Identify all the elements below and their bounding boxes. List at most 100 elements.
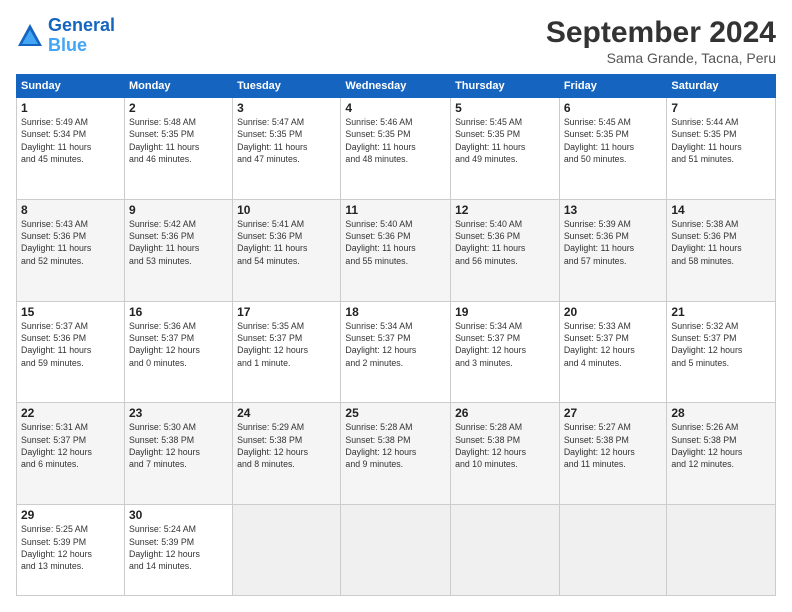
- day-number: 16: [129, 305, 228, 319]
- day-number: 23: [129, 406, 228, 420]
- week-row: 15Sunrise: 5:37 AMSunset: 5:36 PMDayligh…: [17, 301, 776, 403]
- day-number: 26: [455, 406, 555, 420]
- day-number: 30: [129, 508, 228, 522]
- table-row: 29Sunrise: 5:25 AMSunset: 5:39 PMDayligh…: [17, 505, 125, 596]
- table-row: 20Sunrise: 5:33 AMSunset: 5:37 PMDayligh…: [559, 301, 667, 403]
- day-info: Sunrise: 5:49 AMSunset: 5:34 PMDaylight:…: [21, 116, 120, 165]
- table-row: 30Sunrise: 5:24 AMSunset: 5:39 PMDayligh…: [124, 505, 232, 596]
- table-row: 8Sunrise: 5:43 AMSunset: 5:36 PMDaylight…: [17, 199, 125, 301]
- day-number: 21: [671, 305, 771, 319]
- day-info: Sunrise: 5:34 AMSunset: 5:37 PMDaylight:…: [345, 320, 446, 369]
- table-row: [451, 505, 560, 596]
- day-number: 11: [345, 203, 446, 217]
- table-row: 2Sunrise: 5:48 AMSunset: 5:35 PMDaylight…: [124, 98, 232, 200]
- day-info: Sunrise: 5:46 AMSunset: 5:35 PMDaylight:…: [345, 116, 446, 165]
- day-info: Sunrise: 5:28 AMSunset: 5:38 PMDaylight:…: [455, 421, 555, 470]
- table-row: 1Sunrise: 5:49 AMSunset: 5:34 PMDaylight…: [17, 98, 125, 200]
- page: General Blue September 2024 Sama Grande,…: [0, 0, 792, 612]
- day-number: 22: [21, 406, 120, 420]
- col-sunday: Sunday: [17, 75, 125, 98]
- table-row: [341, 505, 451, 596]
- day-info: Sunrise: 5:45 AMSunset: 5:35 PMDaylight:…: [455, 116, 555, 165]
- logo-text: General Blue: [48, 16, 115, 56]
- day-number: 14: [671, 203, 771, 217]
- col-thursday: Thursday: [451, 75, 560, 98]
- table-row: [233, 505, 341, 596]
- table-row: 17Sunrise: 5:35 AMSunset: 5:37 PMDayligh…: [233, 301, 341, 403]
- week-row: 29Sunrise: 5:25 AMSunset: 5:39 PMDayligh…: [17, 505, 776, 596]
- table-row: 28Sunrise: 5:26 AMSunset: 5:38 PMDayligh…: [667, 403, 776, 505]
- day-info: Sunrise: 5:47 AMSunset: 5:35 PMDaylight:…: [237, 116, 336, 165]
- day-info: Sunrise: 5:42 AMSunset: 5:36 PMDaylight:…: [129, 218, 228, 267]
- day-info: Sunrise: 5:37 AMSunset: 5:36 PMDaylight:…: [21, 320, 120, 369]
- table-row: 5Sunrise: 5:45 AMSunset: 5:35 PMDaylight…: [451, 98, 560, 200]
- week-row: 1Sunrise: 5:49 AMSunset: 5:34 PMDaylight…: [17, 98, 776, 200]
- day-number: 18: [345, 305, 446, 319]
- day-info: Sunrise: 5:29 AMSunset: 5:38 PMDaylight:…: [237, 421, 336, 470]
- table-row: 18Sunrise: 5:34 AMSunset: 5:37 PMDayligh…: [341, 301, 451, 403]
- table-row: 23Sunrise: 5:30 AMSunset: 5:38 PMDayligh…: [124, 403, 232, 505]
- day-number: 6: [564, 101, 663, 115]
- table-row: [667, 505, 776, 596]
- table-row: 7Sunrise: 5:44 AMSunset: 5:35 PMDaylight…: [667, 98, 776, 200]
- table-row: 21Sunrise: 5:32 AMSunset: 5:37 PMDayligh…: [667, 301, 776, 403]
- day-info: Sunrise: 5:40 AMSunset: 5:36 PMDaylight:…: [345, 218, 446, 267]
- day-number: 9: [129, 203, 228, 217]
- location: Sama Grande, Tacna, Peru: [546, 50, 776, 66]
- day-info: Sunrise: 5:28 AMSunset: 5:38 PMDaylight:…: [345, 421, 446, 470]
- day-number: 25: [345, 406, 446, 420]
- header: General Blue September 2024 Sama Grande,…: [16, 16, 776, 66]
- day-info: Sunrise: 5:25 AMSunset: 5:39 PMDaylight:…: [21, 523, 120, 572]
- day-number: 29: [21, 508, 120, 522]
- col-tuesday: Tuesday: [233, 75, 341, 98]
- table-row: 12Sunrise: 5:40 AMSunset: 5:36 PMDayligh…: [451, 199, 560, 301]
- day-info: Sunrise: 5:48 AMSunset: 5:35 PMDaylight:…: [129, 116, 228, 165]
- day-info: Sunrise: 5:27 AMSunset: 5:38 PMDaylight:…: [564, 421, 663, 470]
- day-info: Sunrise: 5:44 AMSunset: 5:35 PMDaylight:…: [671, 116, 771, 165]
- table-row: 3Sunrise: 5:47 AMSunset: 5:35 PMDaylight…: [233, 98, 341, 200]
- day-number: 27: [564, 406, 663, 420]
- week-row: 22Sunrise: 5:31 AMSunset: 5:37 PMDayligh…: [17, 403, 776, 505]
- calendar: Sunday Monday Tuesday Wednesday Thursday…: [16, 74, 776, 596]
- table-row: 13Sunrise: 5:39 AMSunset: 5:36 PMDayligh…: [559, 199, 667, 301]
- table-row: 26Sunrise: 5:28 AMSunset: 5:38 PMDayligh…: [451, 403, 560, 505]
- table-row: 25Sunrise: 5:28 AMSunset: 5:38 PMDayligh…: [341, 403, 451, 505]
- week-row: 8Sunrise: 5:43 AMSunset: 5:36 PMDaylight…: [17, 199, 776, 301]
- table-row: 11Sunrise: 5:40 AMSunset: 5:36 PMDayligh…: [341, 199, 451, 301]
- day-number: 19: [455, 305, 555, 319]
- header-row: Sunday Monday Tuesday Wednesday Thursday…: [17, 75, 776, 98]
- day-number: 4: [345, 101, 446, 115]
- day-info: Sunrise: 5:45 AMSunset: 5:35 PMDaylight:…: [564, 116, 663, 165]
- col-wednesday: Wednesday: [341, 75, 451, 98]
- day-info: Sunrise: 5:32 AMSunset: 5:37 PMDaylight:…: [671, 320, 771, 369]
- table-row: 22Sunrise: 5:31 AMSunset: 5:37 PMDayligh…: [17, 403, 125, 505]
- day-info: Sunrise: 5:40 AMSunset: 5:36 PMDaylight:…: [455, 218, 555, 267]
- month-title: September 2024: [546, 16, 776, 50]
- table-row: 19Sunrise: 5:34 AMSunset: 5:37 PMDayligh…: [451, 301, 560, 403]
- day-number: 5: [455, 101, 555, 115]
- table-row: 10Sunrise: 5:41 AMSunset: 5:36 PMDayligh…: [233, 199, 341, 301]
- day-number: 3: [237, 101, 336, 115]
- day-number: 13: [564, 203, 663, 217]
- table-row: 27Sunrise: 5:27 AMSunset: 5:38 PMDayligh…: [559, 403, 667, 505]
- col-monday: Monday: [124, 75, 232, 98]
- day-info: Sunrise: 5:43 AMSunset: 5:36 PMDaylight:…: [21, 218, 120, 267]
- day-number: 10: [237, 203, 336, 217]
- day-number: 1: [21, 101, 120, 115]
- day-info: Sunrise: 5:34 AMSunset: 5:37 PMDaylight:…: [455, 320, 555, 369]
- day-number: 28: [671, 406, 771, 420]
- day-info: Sunrise: 5:33 AMSunset: 5:37 PMDaylight:…: [564, 320, 663, 369]
- day-info: Sunrise: 5:26 AMSunset: 5:38 PMDaylight:…: [671, 421, 771, 470]
- day-info: Sunrise: 5:38 AMSunset: 5:36 PMDaylight:…: [671, 218, 771, 267]
- title-block: September 2024 Sama Grande, Tacna, Peru: [546, 16, 776, 66]
- table-row: 14Sunrise: 5:38 AMSunset: 5:36 PMDayligh…: [667, 199, 776, 301]
- day-number: 12: [455, 203, 555, 217]
- day-info: Sunrise: 5:39 AMSunset: 5:36 PMDaylight:…: [564, 218, 663, 267]
- day-info: Sunrise: 5:31 AMSunset: 5:37 PMDaylight:…: [21, 421, 120, 470]
- day-info: Sunrise: 5:30 AMSunset: 5:38 PMDaylight:…: [129, 421, 228, 470]
- table-row: 6Sunrise: 5:45 AMSunset: 5:35 PMDaylight…: [559, 98, 667, 200]
- day-number: 15: [21, 305, 120, 319]
- day-number: 2: [129, 101, 228, 115]
- col-friday: Friday: [559, 75, 667, 98]
- logo: General Blue: [16, 16, 115, 56]
